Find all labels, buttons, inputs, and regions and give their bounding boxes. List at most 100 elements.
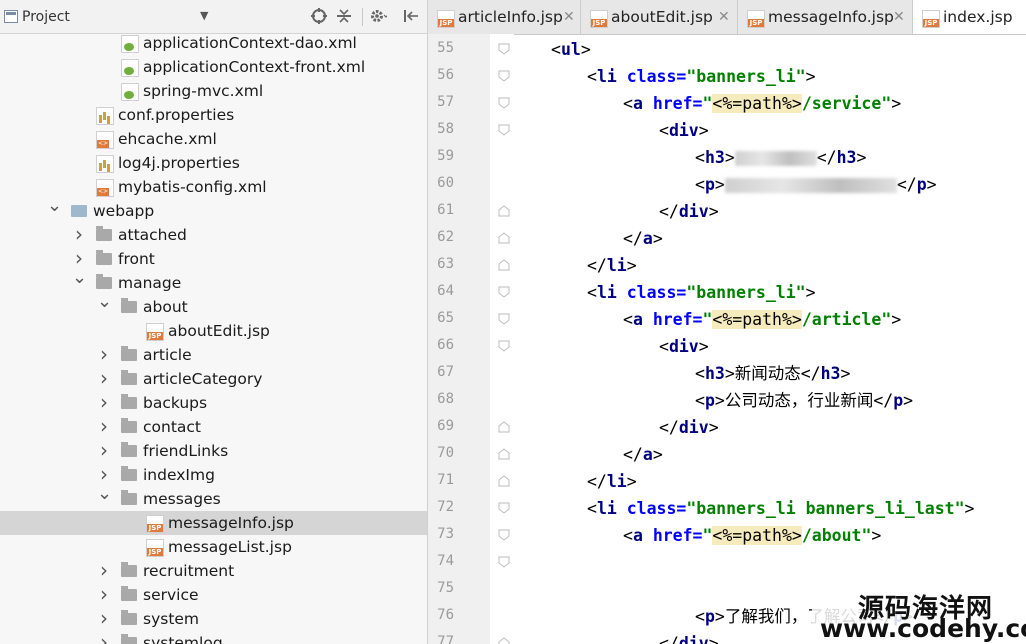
tree-item[interactable]: › article — [0, 343, 427, 367]
properties-icon — [96, 107, 114, 125]
href-service: /service — [801, 94, 882, 113]
blurred-text — [724, 178, 897, 193]
editor-panel: articleInfo.jsp ✕ aboutEdit.jsp ✕ messag… — [428, 0, 1026, 644]
tree-item[interactable]: › indexImg — [0, 463, 427, 487]
code-line-71: </li> — [587, 472, 637, 491]
tree-item[interactable]: ⌄ messages — [0, 485, 427, 511]
tree-item-label: contact — [143, 418, 202, 436]
tree-item[interactable]: › systemlog — [0, 631, 427, 644]
chevron-right-icon[interactable]: › — [97, 583, 111, 605]
tree-item-label: messageInfo.jsp — [168, 514, 294, 532]
gear-icon[interactable] — [369, 7, 387, 25]
chevron-right-icon[interactable]: › — [72, 247, 86, 269]
tree-item[interactable]: messageList.jsp — [0, 535, 427, 559]
tree-item-label: service — [143, 586, 199, 604]
tree-item[interactable]: log4j.properties — [0, 151, 427, 175]
web-folder-icon — [71, 205, 87, 217]
line-number: 61 — [437, 202, 454, 218]
tree-item-label: aboutEdit.jsp — [168, 322, 270, 340]
line-number: 66 — [437, 337, 454, 353]
properties-icon — [96, 155, 114, 173]
jsp-file-icon — [437, 10, 455, 28]
chevron-right-icon[interactable]: › — [97, 415, 111, 437]
chevron-down-icon[interactable]: ⌄ — [47, 197, 62, 215]
chevron-right-icon[interactable]: › — [97, 391, 111, 413]
tree-item-label: applicationContext-front.xml — [143, 58, 366, 76]
tree-item[interactable]: ehcache.xml — [0, 127, 427, 151]
chevron-right-icon[interactable]: › — [97, 607, 111, 629]
collapse-all-icon[interactable] — [335, 7, 353, 25]
project-view-icon — [4, 10, 18, 23]
tree-item[interactable]: › recruitment — [0, 559, 427, 583]
tree-item[interactable]: › system — [0, 607, 427, 631]
li-class-value: banners_li — [696, 67, 796, 86]
folder-icon — [96, 226, 112, 241]
href-about: /about — [801, 526, 862, 545]
code-line-55: <ul> — [551, 40, 591, 59]
tree-item[interactable]: conf.properties — [0, 103, 427, 127]
line-number: 74 — [437, 553, 454, 569]
line-number: 55 — [437, 40, 454, 56]
watermark-url: www.codehy.com — [820, 614, 1026, 643]
close-icon[interactable]: ✕ — [718, 0, 730, 34]
spring-xml-icon — [121, 35, 139, 53]
tree-item[interactable]: spring-mvc.xml — [0, 79, 427, 103]
chevron-down-icon[interactable]: ⌄ — [97, 293, 112, 311]
line-number: 68 — [437, 391, 454, 407]
line-number: 63 — [437, 256, 454, 272]
tree-item[interactable]: messageInfo.jsp — [0, 511, 427, 535]
tab-articleinfo[interactable]: articleInfo.jsp ✕ — [428, 0, 581, 34]
tree-item[interactable]: › front — [0, 247, 427, 271]
tree-item[interactable]: aboutEdit.jsp — [0, 319, 427, 343]
tree-item[interactable]: › backups — [0, 391, 427, 415]
tab-aboutedit[interactable]: aboutEdit.jsp ✕ — [581, 0, 738, 34]
chevron-down-icon[interactable]: ⌄ — [97, 485, 112, 503]
xml-file-icon — [96, 131, 114, 149]
chevron-right-icon[interactable]: › — [97, 439, 111, 461]
tree-item[interactable]: ⌄ about — [0, 293, 427, 319]
tree-item[interactable]: mybatis-config.xml — [0, 175, 427, 199]
chevron-down-icon[interactable]: ▼ — [200, 9, 208, 22]
tab-messageinfo[interactable]: messageInfo.jsp ✕ — [738, 0, 913, 34]
obscured-area — [560, 554, 820, 588]
chevron-right-icon[interactable]: › — [97, 343, 111, 365]
tree-item-label: about — [143, 298, 188, 316]
tree-item[interactable]: › friendLinks — [0, 439, 427, 463]
tree-item-label: articleCategory — [143, 370, 263, 388]
folder-icon — [121, 346, 137, 361]
folder-icon — [121, 394, 137, 409]
tree-item-label: manage — [118, 274, 182, 292]
project-panel-title[interactable]: Project — [22, 9, 70, 25]
chevron-down-icon[interactable]: ⌄ — [72, 269, 87, 287]
tree-item[interactable]: › contact — [0, 415, 427, 439]
folder-icon — [96, 250, 112, 265]
chevron-right-icon[interactable]: › — [97, 631, 111, 644]
close-icon[interactable]: ✕ — [893, 0, 905, 34]
tree-item[interactable]: ⌄ webapp — [0, 197, 427, 223]
close-icon[interactable]: ✕ — [563, 0, 575, 34]
tree-item[interactable]: ⌄ manage — [0, 269, 427, 295]
code-line-58: <div> — [659, 121, 709, 140]
code-area[interactable]: <ul> <li class="banners_li"> <a href="<%… — [490, 34, 1026, 644]
li-class-last-value: banners_li banners_li_last — [696, 499, 955, 518]
tree-item[interactable]: applicationContext-front.xml — [0, 55, 427, 79]
tree-item[interactable]: applicationContext-dao.xml — [0, 31, 427, 55]
hide-panel-icon[interactable] — [402, 7, 420, 25]
tree-item[interactable]: › service — [0, 583, 427, 607]
code-line-57: <a href="<%=path%>/service"> — [623, 94, 902, 113]
locate-icon[interactable] — [310, 7, 328, 25]
tree-item-label: conf.properties — [118, 106, 235, 124]
chevron-right-icon[interactable]: › — [72, 223, 86, 245]
chevron-right-icon[interactable]: › — [97, 559, 111, 581]
li-class-value: banners_li — [696, 283, 796, 302]
line-number: 65 — [437, 310, 454, 326]
tree-item[interactable]: › attached — [0, 223, 427, 247]
tree-item[interactable]: › articleCategory — [0, 367, 427, 391]
chevron-right-icon[interactable]: › — [97, 367, 111, 389]
chevron-right-icon[interactable]: › — [97, 463, 111, 485]
tab-label: aboutEdit.jsp — [611, 8, 713, 26]
tab-index[interactable]: index.jsp — [913, 0, 1026, 34]
line-number: 56 — [437, 67, 454, 83]
line-number: 75 — [437, 580, 454, 596]
jsp-file-icon — [922, 10, 940, 28]
